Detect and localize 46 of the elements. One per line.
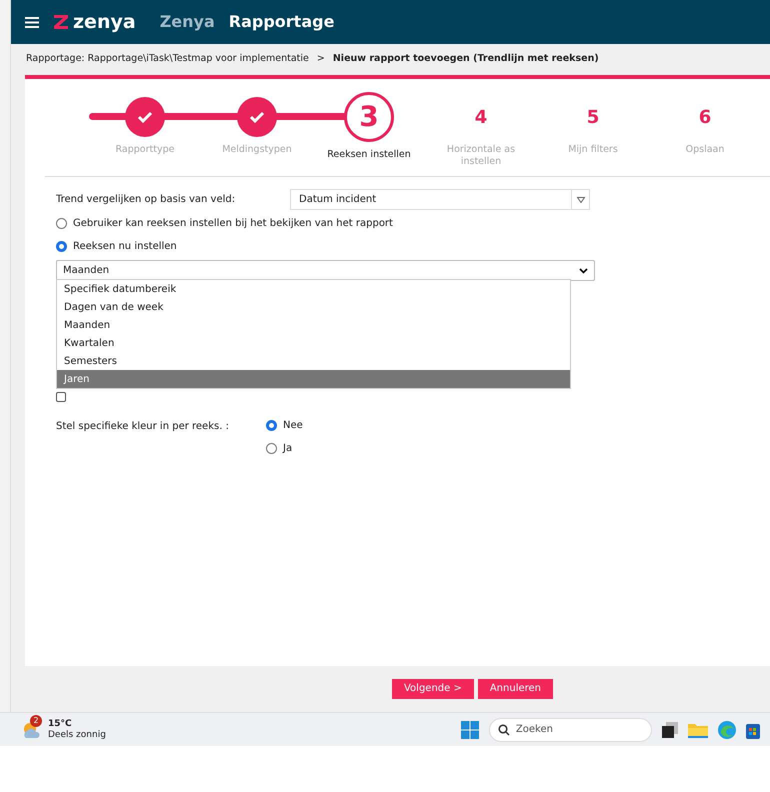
dropdown-option[interactable]: Semesters — [57, 352, 570, 370]
step-label: Opslaan — [684, 144, 726, 156]
radio-label: Reeksen nu instellen — [73, 240, 177, 254]
dropdown-option[interactable]: Kwartalen — [57, 334, 570, 352]
temperature-text: 15°C — [48, 718, 73, 730]
breadcrumb-current: Nieuw rapport toevoegen (Trendlijn met reeksen) — [332, 52, 599, 66]
folder-icon[interactable] — [688, 722, 708, 738]
task-view-icon[interactable] — [662, 722, 678, 738]
dropdown-option[interactable]: Jaren — [57, 370, 570, 388]
radio-button[interactable] — [56, 218, 67, 229]
triangle-down-icon — [576, 196, 584, 202]
search-icon — [498, 724, 510, 736]
radio-label: Nee — [283, 419, 303, 433]
wizard-button[interactable]: Annuleren — [478, 679, 554, 699]
breadcrumb-path[interactable]: Rapportage: Rapportage\iTask\Testmap voor implementatie — [26, 52, 309, 67]
breadcrumb-separator: > — [316, 52, 325, 66]
field-select[interactable]: Datum incident — [290, 189, 590, 210]
weather-condition: Deels zonnig — [48, 730, 106, 740]
wizard-button[interactable]: Volgende > — [392, 679, 474, 699]
logo-text: zenya — [73, 10, 136, 35]
field-label: Trend vergelijken op basis van veld: — [56, 193, 236, 207]
step-label: Horizontale as instellen — [446, 144, 516, 168]
step-label: Mijn filters — [567, 144, 619, 156]
checkbox[interactable] — [56, 392, 66, 402]
radio-button[interactable] — [56, 241, 67, 252]
chevron-down-icon — [579, 268, 588, 274]
app-name[interactable]: Zenya — [160, 10, 215, 34]
dropdown-option[interactable]: Maanden — [57, 316, 570, 334]
module-title: Rapportage — [228, 11, 334, 33]
step-label: Meldingstypen — [221, 144, 293, 156]
step-label: Rapporttype — [114, 144, 176, 156]
radio-button[interactable] — [266, 420, 277, 431]
radio-label: Ja — [283, 442, 292, 456]
taskbar-search-field[interactable]: Zoeken — [488, 718, 652, 742]
windows-start-icon[interactable] — [460, 720, 479, 738]
radio-label: Gebruiker kan reeksen instellen bij het bekijken van het rapport — [73, 217, 393, 231]
menu-icon[interactable] — [25, 16, 39, 28]
logo-icon — [53, 14, 69, 30]
step-label: Reeksen instellen — [326, 149, 412, 161]
dropdown-option[interactable]: Dagen van de week — [57, 298, 570, 316]
notification-badge: 2 — [30, 714, 42, 726]
field-label: Stel specifieke kleur in per reeks. : — [56, 420, 230, 434]
radio-button[interactable] — [266, 443, 277, 454]
browser-icon[interactable] — [718, 720, 736, 738]
dropdown-option[interactable]: Specifiek datumbereik — [57, 280, 570, 298]
step-number[interactable]: 3 — [344, 92, 394, 142]
